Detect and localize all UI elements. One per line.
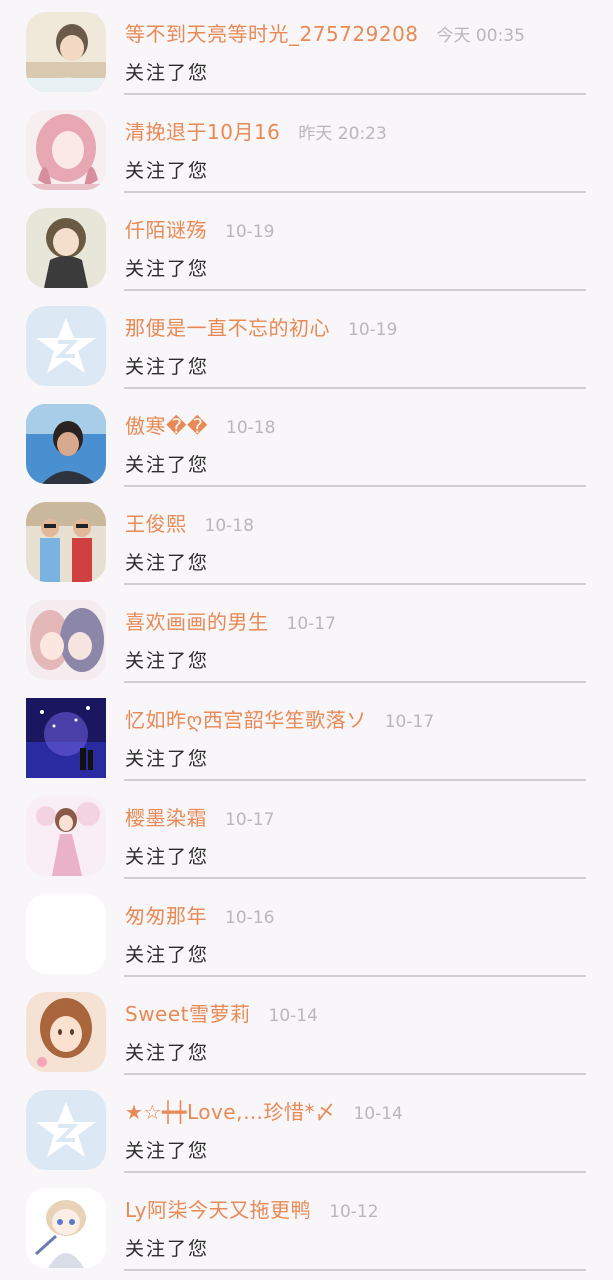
row-divider	[124, 387, 586, 389]
follow-action-text: 关注了您	[125, 1140, 210, 1162]
follow-time: 10-17	[286, 614, 336, 634]
follower-name[interactable]: 清挽退于10月16	[125, 116, 280, 145]
night-scene-avatar[interactable]	[26, 698, 106, 778]
name-line: 仟陌谜殇 10-19	[125, 214, 274, 242]
row-divider	[124, 1171, 586, 1173]
follower-row[interactable]: 清挽退于10月16 昨天 20:23 关注了您	[0, 98, 613, 196]
row-divider	[124, 877, 586, 879]
name-line: 喜欢画画的男生 10-17	[125, 606, 336, 634]
row-divider	[124, 681, 586, 683]
follow-action-text: 关注了您	[125, 552, 210, 574]
follow-time: 10-19	[348, 320, 398, 340]
follower-name[interactable]: 仟陌谜殇	[125, 214, 207, 243]
row-divider	[124, 975, 586, 977]
follower-row[interactable]: 匆匆那年 10-16 关注了您	[0, 882, 613, 980]
follower-row[interactable]: 王俊熙 10-18 关注了您	[0, 490, 613, 588]
follower-row[interactable]: Ly阿柒今天又拖更鸭 10-12 关注了您	[0, 1176, 613, 1274]
follower-name[interactable]: 樱墨染霜	[125, 802, 207, 831]
row-divider	[124, 289, 586, 291]
follow-action-text: 关注了您	[125, 62, 210, 84]
follower-name[interactable]: 忆如昨ღ西宫韶华笙歌落ソ	[125, 704, 367, 733]
follower-row[interactable]: ★☆┿┿Love,…珍惜*〆 10-14 关注了您	[0, 1078, 613, 1176]
follow-action-text: 关注了您	[125, 846, 210, 868]
follower-name[interactable]: Ly阿柒今天又拖更鸭	[125, 1194, 311, 1223]
follower-list: 等不到天亮等时光_275729208 今天 00:35 关注了您 清挽退于10月16…	[0, 0, 613, 1280]
chibi-anime-avatar[interactable]	[26, 1188, 106, 1268]
follow-time: 10-17	[384, 712, 435, 732]
follow-time: 10-14	[353, 1104, 403, 1124]
blank-white-avatar[interactable]	[26, 894, 106, 974]
name-line: 等不到天亮等时光_275729208 今天 00:35	[125, 18, 525, 46]
name-line: 王俊熙 10-18	[125, 508, 254, 536]
follow-action-text: 关注了您	[125, 944, 210, 966]
name-line: Sweet雪萝莉 10-14	[125, 998, 318, 1026]
follower-name[interactable]: 等不到天亮等时光_275729208	[125, 18, 419, 47]
follower-row[interactable]: 那便是一直不忘的初心 10-19 关注了您	[0, 294, 613, 392]
follow-time: 昨天 20:23	[298, 124, 387, 144]
follow-time: 10-17	[225, 810, 275, 830]
follower-name[interactable]: 匆匆那年	[125, 900, 207, 929]
anime-girl-avatar[interactable]	[26, 208, 106, 288]
name-line: 清挽退于10月16 昨天 20:23	[125, 116, 387, 144]
anime-girl-brown-hair-avatar[interactable]	[26, 992, 106, 1072]
follow-time: 10-16	[225, 908, 275, 928]
follow-action-text: 关注了您	[125, 356, 210, 378]
follower-name[interactable]: 傲寒��	[125, 410, 208, 439]
follow-action-text: 关注了您	[125, 748, 210, 770]
follower-row[interactable]: 忆如昨ღ西宫韶华笙歌落ソ 10-17 关注了您	[0, 686, 613, 784]
follower-name[interactable]: Sweet雪萝莉	[125, 998, 251, 1027]
anime-couple-avatar[interactable]	[26, 600, 106, 680]
row-divider	[124, 583, 586, 585]
row-divider	[124, 93, 586, 95]
follower-row[interactable]: 仟陌谜殇 10-19 关注了您	[0, 196, 613, 294]
follower-row[interactable]: 喜欢画画的男生 10-17 关注了您	[0, 588, 613, 686]
row-divider	[124, 485, 586, 487]
default-qq-star-avatar[interactable]	[26, 1090, 106, 1170]
follow-action-text: 关注了您	[125, 454, 210, 476]
follow-time: 今天 00:35	[436, 26, 525, 46]
row-divider	[124, 1269, 586, 1271]
name-line: 匆匆那年 10-16	[125, 900, 274, 928]
follow-time: 10-18	[226, 418, 276, 438]
follower-row[interactable]: 樱墨染霜 10-17 关注了您	[0, 784, 613, 882]
girl-photo-avatar[interactable]	[26, 12, 106, 92]
follow-time: 10-19	[225, 222, 275, 242]
name-line: 傲寒�� 10-18	[125, 410, 275, 438]
row-divider	[124, 191, 586, 193]
anime-girl-pink-dress-avatar[interactable]	[26, 796, 106, 876]
boy-photo-avatar[interactable]	[26, 404, 106, 484]
follower-row[interactable]: 等不到天亮等时光_275729208 今天 00:35 关注了您	[0, 0, 613, 98]
follow-time: 10-18	[204, 516, 254, 536]
follow-time: 10-12	[329, 1202, 379, 1222]
follower-row[interactable]: Sweet雪萝莉 10-14 关注了您	[0, 980, 613, 1078]
follower-name[interactable]: ★☆┿┿Love,…珍惜*〆	[125, 1096, 335, 1125]
follower-row[interactable]: 傲寒�� 10-18 关注了您	[0, 392, 613, 490]
name-line: 忆如昨ღ西宫韶华笙歌落ソ 10-17	[125, 704, 434, 732]
row-divider	[124, 1073, 586, 1075]
follower-name[interactable]: 喜欢画画的男生	[125, 606, 269, 635]
anime-girl-pink-hair-avatar[interactable]	[26, 110, 106, 190]
follow-action-text: 关注了您	[125, 650, 210, 672]
follow-action-text: 关注了您	[125, 1042, 210, 1064]
follow-action-text: 关注了您	[125, 160, 210, 182]
name-line: ★☆┿┿Love,…珍惜*〆 10-14	[125, 1096, 403, 1124]
follow-time: 10-14	[268, 1006, 318, 1026]
follow-action-text: 关注了您	[125, 258, 210, 280]
two-boys-photo-avatar[interactable]	[26, 502, 106, 582]
default-qq-star-avatar[interactable]	[26, 306, 106, 386]
follower-name[interactable]: 王俊熙	[125, 508, 187, 537]
name-line: 那便是一直不忘的初心 10-19	[125, 312, 397, 340]
follower-name[interactable]: 那便是一直不忘的初心	[125, 312, 330, 341]
name-line: 樱墨染霜 10-17	[125, 802, 274, 830]
name-line: Ly阿柒今天又拖更鸭 10-12	[125, 1194, 379, 1222]
row-divider	[124, 779, 586, 781]
follow-action-text: 关注了您	[125, 1238, 210, 1260]
